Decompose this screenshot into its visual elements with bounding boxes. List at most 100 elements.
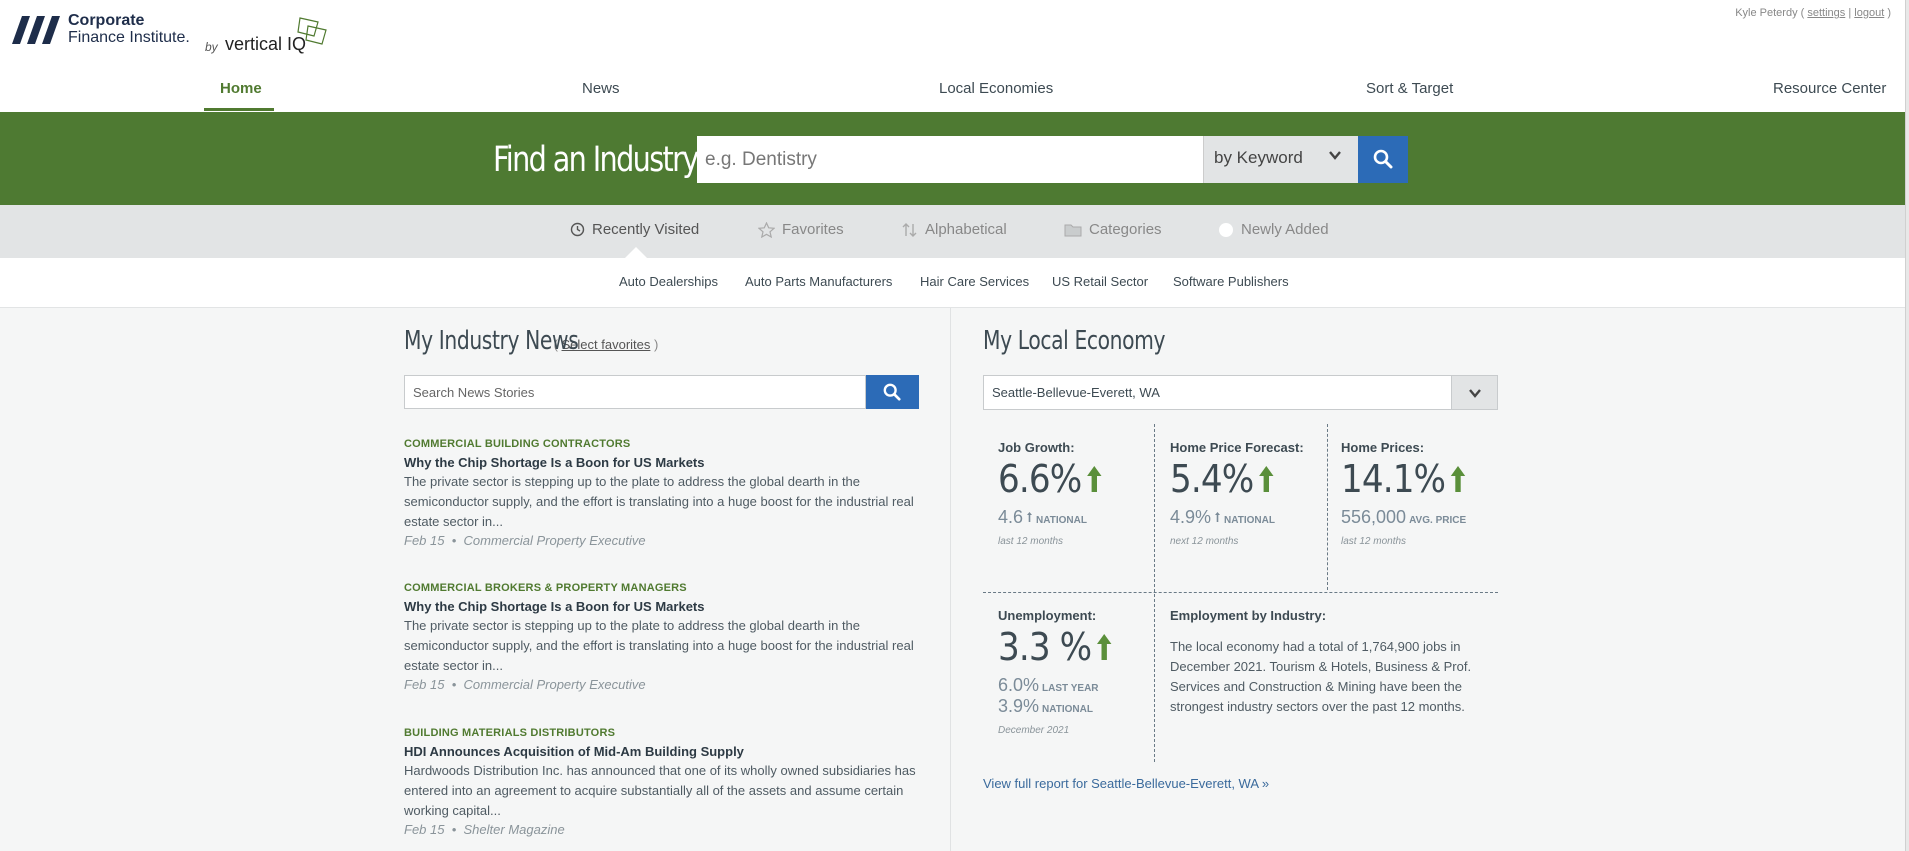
search-icon: [883, 383, 901, 401]
folder-icon: [1064, 224, 1082, 236]
news-meta-sep: •: [451, 677, 457, 692]
home-prices-stat: Home Prices: 14.1% 556,000 AVG. PRICE la…: [1341, 440, 1481, 547]
news-date: Feb 15: [404, 533, 445, 548]
view-full-report-link[interactable]: View full report for Seattle-Bellevue-Ev…: [983, 776, 1269, 791]
home-price-forecast-national-label: NATIONAL: [1224, 515, 1275, 526]
industry-search-button[interactable]: [1358, 136, 1408, 183]
home-prices-avg-label: AVG. PRICE: [1409, 515, 1467, 526]
tab-recently-visited[interactable]: Recently Visited: [570, 221, 699, 238]
recent-item-software-publishers[interactable]: Software Publishers: [1173, 274, 1289, 289]
user-bar-separator: |: [1845, 7, 1855, 19]
news-summary: The private sector is stepping up to the…: [404, 618, 914, 673]
news-section-title: My Industry News: [404, 326, 579, 356]
tab-favorites-label: Favorites: [782, 221, 844, 238]
nav-resource-center[interactable]: Resource Center: [1773, 80, 1886, 97]
home-price-forecast-stat: Home Price Forecast: 5.4% 4.9% NATIONAL …: [1170, 440, 1304, 547]
brand-name-line1: Corporate: [68, 12, 145, 29]
stat-divider: [983, 592, 1498, 593]
sort-alpha-icon: [902, 222, 917, 237]
unemployment-national-label: NATIONAL: [1042, 704, 1093, 715]
news-item: BUILDING MATERIALS DISTRIBUTORS HDI Anno…: [404, 727, 919, 837]
home-prices-period: last 12 months: [1341, 536, 1407, 547]
page-scrollbar[interactable]: [1905, 0, 1909, 851]
tab-favorites[interactable]: Favorites: [758, 221, 844, 238]
job-growth-national-value: 4.6: [998, 507, 1024, 527]
arrow-up-icon: [1086, 466, 1102, 492]
search-type-dropdown[interactable]: by Keyword: [1203, 136, 1358, 183]
recent-item-auto-dealerships[interactable]: Auto Dealerships: [619, 274, 718, 289]
user-bar: Kyle Peterdy ( settings | logout ): [1735, 7, 1891, 19]
location-selected: Seattle-Bellevue-Everett, WA: [992, 385, 1160, 400]
main-nav: Home News Local Economies Sort & Target …: [0, 74, 1909, 112]
recent-item-auto-parts[interactable]: Auto Parts Manufacturers: [745, 274, 892, 289]
job-growth-value: 6.6%: [998, 457, 1082, 501]
news-headline[interactable]: Why the Chip Shortage Is a Boon for US M…: [404, 455, 919, 470]
arrow-up-icon: [1258, 466, 1274, 492]
active-tab-pointer: [625, 247, 647, 258]
news-search-button[interactable]: [866, 375, 919, 409]
news-search-input[interactable]: [404, 375, 866, 409]
employment-by-industry: Employment by Industry: The local econom…: [1170, 608, 1475, 717]
tab-newly-added[interactable]: Newly Added: [1218, 221, 1329, 238]
unemployment-national-value: 3.9%: [998, 696, 1040, 716]
nav-news[interactable]: News: [582, 80, 620, 97]
job-growth-period: last 12 months: [998, 536, 1064, 547]
cfi-logo-mark-icon: [12, 16, 60, 44]
location-select[interactable]: Seattle-Bellevue-Everett, WA: [983, 375, 1498, 410]
tab-recently-visited-label: Recently Visited: [592, 221, 700, 238]
industry-search-input[interactable]: [697, 136, 1203, 183]
logout-link[interactable]: logout: [1854, 7, 1884, 19]
arrow-up-small-icon: [1027, 512, 1033, 522]
unemployment-last-year-label: LAST YEAR: [1042, 683, 1099, 694]
news-meta: Feb 15 • Commercial Property Executive: [404, 677, 919, 692]
recent-item-us-retail[interactable]: US Retail Sector: [1052, 274, 1148, 289]
arrow-up-small-icon: [1215, 512, 1221, 522]
economy-section-title: My Local Economy: [983, 326, 1166, 356]
tab-alphabetical-label: Alphabetical: [925, 221, 1007, 238]
nav-home[interactable]: Home: [220, 80, 262, 97]
tab-categories[interactable]: Categories: [1064, 221, 1162, 238]
clock-icon: [570, 222, 585, 237]
news-search-bar: [404, 375, 919, 409]
job-growth-label: Job Growth:: [998, 440, 1075, 455]
news-date: Feb 15: [404, 677, 445, 692]
cfi-logo[interactable]: Corporate Finance Institute.: [10, 12, 190, 46]
news-meta-sep: •: [451, 822, 457, 837]
find-industry-title: Find an Industry: [493, 140, 699, 180]
stat-divider: [1327, 424, 1328, 590]
home-price-forecast-period: next 12 months: [1170, 536, 1239, 547]
news-source: Commercial Property Executive: [463, 533, 646, 548]
stat-divider: [1154, 424, 1155, 762]
news-meta-sep: •: [451, 533, 457, 548]
search-icon: [1373, 149, 1393, 169]
recent-item-hair-care[interactable]: Hair Care Services: [920, 274, 1029, 289]
local-economy-section: My Local Economy Seattle-Bellevue-Everet…: [983, 326, 1498, 791]
news-date: Feb 15: [404, 822, 445, 837]
column-divider: [950, 308, 951, 851]
industry-tabs: Recently Visited Favorites Alphabetical …: [0, 205, 1906, 258]
employment-label: Employment by Industry:: [1170, 608, 1327, 623]
news-meta: Feb 15 • Commercial Property Executive: [404, 533, 919, 548]
nav-local-economies[interactable]: Local Economies: [939, 80, 1053, 97]
home-price-forecast-national-value: 4.9%: [1170, 507, 1212, 527]
news-category[interactable]: COMMERCIAL BROKERS & PROPERTY MANAGERS: [404, 582, 919, 594]
job-growth-national-label: NATIONAL: [1036, 515, 1087, 526]
tab-newly-added-label: Newly Added: [1241, 221, 1329, 238]
home-prices-value: 14.1%: [1341, 457, 1446, 501]
settings-link[interactable]: settings: [1807, 7, 1845, 19]
news-item: COMMERCIAL BUILDING CONTRACTORS Why the …: [404, 438, 919, 548]
nav-active-underline: [204, 108, 274, 111]
brand-name-line2: Finance Institute.: [68, 29, 190, 46]
unemployment-last-year-value: 6.0%: [998, 675, 1040, 695]
news-headline[interactable]: Why the Chip Shortage Is a Boon for US M…: [404, 599, 919, 614]
unemployment-stat: Unemployment: 3.3 % 6.0% LAST YEAR 3.9% …: [998, 608, 1126, 736]
news-meta: Feb 15 • Shelter Magazine: [404, 822, 919, 837]
news-category[interactable]: BUILDING MATERIALS DISTRIBUTORS: [404, 727, 919, 739]
news-category[interactable]: COMMERCIAL BUILDING CONTRACTORS: [404, 438, 919, 450]
chevron-down-icon: [1329, 151, 1341, 160]
news-summary: Hardwoods Distribution Inc. has announce…: [404, 763, 916, 818]
nav-sort-target[interactable]: Sort & Target: [1366, 80, 1453, 97]
tab-alphabetical[interactable]: Alphabetical: [902, 221, 1007, 238]
news-headline[interactable]: HDI Announces Acquisition of Mid-Am Buil…: [404, 744, 919, 759]
select-favorites-close: ): [650, 337, 659, 352]
